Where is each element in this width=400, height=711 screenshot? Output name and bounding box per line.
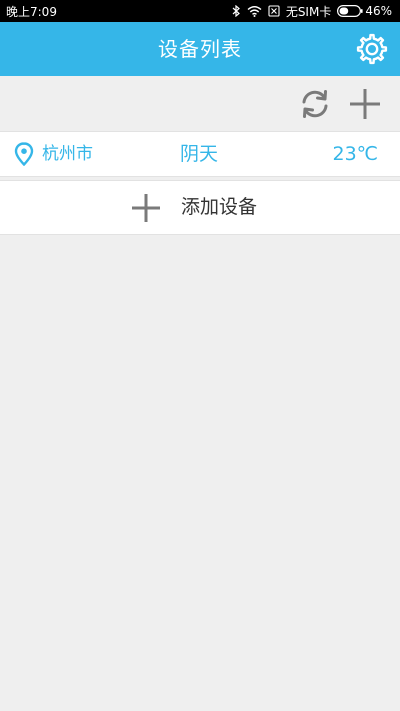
battery-percent: 46% [365, 4, 392, 18]
location-pin-icon [14, 142, 34, 167]
status-bar: 晚上7:09 无SIM卡 46% [0, 0, 400, 22]
no-sim-icon [268, 5, 280, 17]
page-title: 设备列表 [158, 37, 242, 61]
refresh-icon [302, 90, 328, 118]
bluetooth-icon [232, 5, 241, 17]
add-device-button[interactable]: 添加设备 [0, 180, 400, 235]
weather-row[interactable]: 杭州市 阴天 23℃ [0, 131, 400, 177]
device-toolbar [0, 76, 400, 131]
plus-icon [130, 193, 162, 223]
temperature: 23℃ [332, 143, 378, 165]
battery-icon [337, 5, 363, 17]
add-device-label: 添加设备 [181, 196, 258, 218]
plus-icon [350, 89, 380, 119]
refresh-button[interactable] [298, 87, 332, 121]
city-name: 杭州市 [42, 144, 93, 164]
status-indicators: 无SIM卡 46% [232, 3, 392, 20]
weather-condition: 阴天 [180, 143, 219, 165]
add-button[interactable] [348, 87, 382, 121]
app-header: 设备列表 [0, 22, 400, 76]
status-time: 晚上7:09 [6, 4, 57, 19]
wifi-icon [247, 5, 262, 17]
gear-icon [356, 33, 388, 65]
carrier-label: 无SIM卡 [285, 4, 332, 19]
settings-button[interactable] [354, 31, 390, 67]
battery-indicator: 46% [337, 4, 392, 18]
